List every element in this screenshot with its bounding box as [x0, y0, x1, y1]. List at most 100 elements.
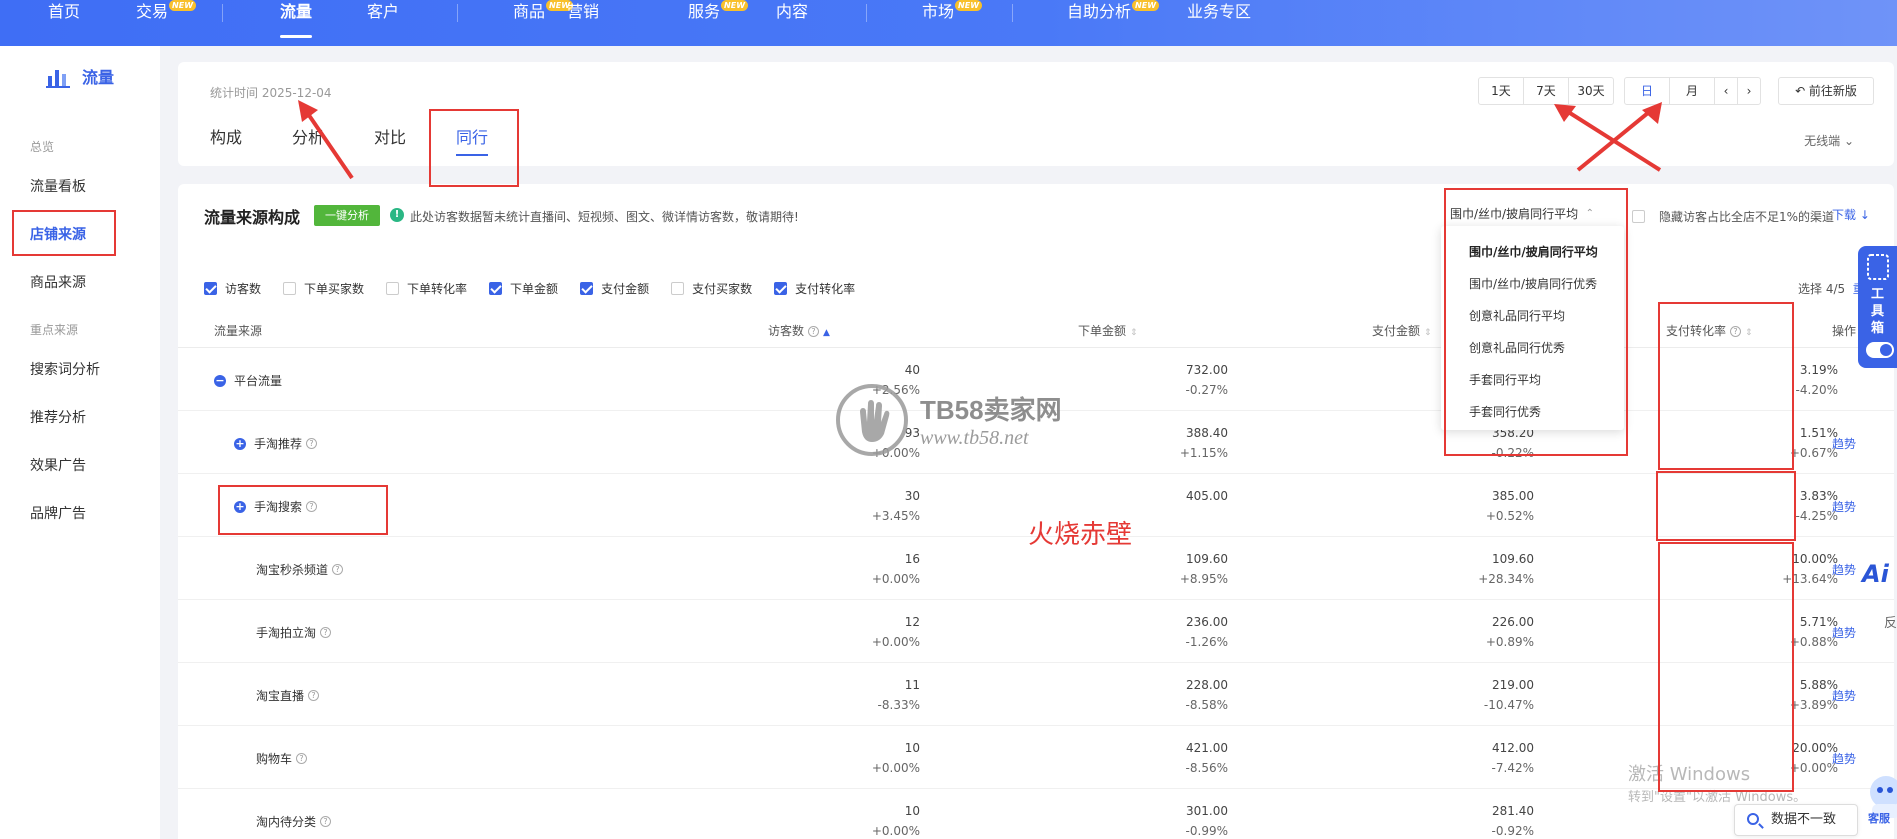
- cell-order-amount-value: 236.00: [1186, 615, 1228, 629]
- tab-composition[interactable]: 构成: [210, 124, 242, 148]
- cell-pay-rate-value: 3.83%: [1799, 489, 1838, 503]
- nav-market[interactable]: 市场 NEW: [922, 0, 983, 46]
- expand-icon[interactable]: +: [234, 500, 246, 513]
- cell-order-amount-change: -8.58%: [1185, 698, 1228, 712]
- tab-peers[interactable]: 同行: [456, 124, 489, 156]
- new-version-button[interactable]: ↶ 前往新版: [1778, 77, 1874, 105]
- dropdown-option[interactable]: 创意礼品同行平均: [1469, 307, 1565, 324]
- checkbox-icon: [580, 282, 594, 295]
- nav-self-analysis[interactable]: 自助分析 NEW: [1067, 0, 1160, 46]
- feedback-tab[interactable]: 反: [1884, 612, 1897, 631]
- prev-arrow-icon[interactable]: ‹: [1714, 77, 1738, 105]
- next-arrow-icon[interactable]: ›: [1737, 77, 1761, 105]
- cell-visitors-value: 12: [904, 615, 920, 629]
- hide-small-channels-checkbox[interactable]: 隐藏访客占比全店不足1%的渠道: [1632, 208, 1834, 225]
- metric-visitors[interactable]: 访客数: [204, 280, 261, 297]
- metric-pay-amount[interactable]: 支付金额: [580, 280, 649, 297]
- customer-service-label: 客服: [1868, 812, 1890, 825]
- nav-trade[interactable]: 交易 NEW: [136, 0, 197, 46]
- checkbox-icon: [489, 282, 503, 295]
- date-1day-button[interactable]: 1天: [1478, 77, 1524, 105]
- top-nav: 首页 交易 NEW 流量 客户 商品 NEW 营销 服务 NEW 内容 市场 NEW 自…: [0, 0, 1897, 46]
- trend-link[interactable]: 趋势: [1832, 498, 1856, 515]
- peer-select[interactable]: 围巾/丝巾/披肩同行平均 ⌃: [1440, 200, 1604, 228]
- row-label: 手淘推荐: [254, 437, 303, 451]
- cell-pay-rate: 3.83% -4.25%: [1738, 486, 1838, 526]
- nav-separator: [222, 4, 223, 22]
- expand-icon[interactable]: +: [234, 437, 246, 450]
- tab-analysis[interactable]: 分析: [292, 124, 324, 148]
- help-icon: ?: [320, 816, 332, 827]
- trend-link[interactable]: 趋势: [1832, 687, 1856, 704]
- cell-order-amount: 421.00 -8.56%: [1128, 738, 1228, 778]
- nav-marketing[interactable]: 营销: [567, 0, 599, 46]
- nav-home[interactable]: 首页: [48, 0, 80, 46]
- dropdown-option[interactable]: 创意礼品同行优秀: [1469, 339, 1565, 356]
- device-select[interactable]: 无线端 ⌄: [1804, 132, 1854, 149]
- date-30day-button[interactable]: 30天: [1568, 77, 1614, 105]
- cell-pay-rate: 5.88% +3.89%: [1738, 675, 1838, 715]
- cell-visitors-value: 30: [904, 489, 920, 503]
- nav-content[interactable]: 内容: [776, 0, 808, 46]
- nav-business-zone[interactable]: 业务专区: [1187, 0, 1251, 46]
- sidebar-item-brand-ads[interactable]: 品牌广告: [30, 503, 86, 523]
- tab-compare[interactable]: 对比: [374, 124, 406, 148]
- metric-order-buyers[interactable]: 下单买家数: [283, 280, 364, 297]
- trend-link[interactable]: 趋势: [1832, 561, 1856, 578]
- cell-visitors: 12 +0.00%: [820, 612, 920, 652]
- cell-pay-rate: 5.71% +0.88%: [1738, 612, 1838, 652]
- dropdown-option[interactable]: 手套同行优秀: [1469, 403, 1541, 420]
- trend-link[interactable]: 趋势: [1832, 750, 1856, 767]
- date-month-button[interactable]: 月: [1669, 77, 1715, 105]
- table-header: 流量来源 访客数? ▲ 下单金额 ⇕ 支付金额 ⇕ 支付转化率? ⇕ 操作: [178, 312, 1894, 348]
- nav-customer[interactable]: 客户: [367, 0, 399, 46]
- col-visitors[interactable]: 访客数? ▲: [768, 322, 830, 339]
- sidebar-item-store-source[interactable]: 店铺来源: [30, 224, 86, 244]
- ai-icon[interactable]: Ai: [1862, 560, 1897, 596]
- cell-pay-amount-value: 219.00: [1492, 678, 1534, 692]
- checkbox-icon: [774, 282, 788, 295]
- info-icon: !: [390, 208, 404, 222]
- cell-pay-rate: 1.51% +0.67%: [1738, 423, 1838, 463]
- dropdown-option[interactable]: 围巾/丝巾/披肩同行平均: [1469, 243, 1598, 260]
- metric-order-amount[interactable]: 下单金额: [489, 280, 558, 297]
- data-mismatch-button[interactable]: 数据不一致: [1734, 804, 1858, 836]
- help-icon: ?: [320, 627, 332, 638]
- sidebar-item-traffic-board[interactable]: 流量看板: [30, 176, 86, 196]
- cell-pay-rate-value: 20.00%: [1792, 741, 1838, 755]
- dropdown-option[interactable]: 围巾/丝巾/披肩同行优秀: [1469, 275, 1597, 292]
- date-day-button[interactable]: 日: [1624, 77, 1670, 105]
- trend-link[interactable]: 趋势: [1832, 624, 1856, 641]
- nav-product[interactable]: 商品 NEW: [513, 0, 574, 46]
- metric-order-rate[interactable]: 下单转化率: [386, 280, 467, 297]
- watermark-url: www.tb58.net: [920, 427, 1029, 449]
- cell-order-amount: 388.40 +1.15%: [1128, 423, 1228, 463]
- row-source-name: + 手淘推荐?: [234, 435, 318, 452]
- toolbox-panel[interactable]: 工具箱: [1858, 246, 1897, 368]
- collapse-icon[interactable]: −: [214, 374, 226, 387]
- toolbox-toggle[interactable]: [1866, 342, 1894, 358]
- date-7day-button[interactable]: 7天: [1523, 77, 1569, 105]
- col-order-amount[interactable]: 下单金额 ⇕: [1078, 322, 1138, 339]
- trend-link[interactable]: 趋势: [1832, 435, 1856, 452]
- col-pay-rate[interactable]: 支付转化率? ⇕: [1666, 322, 1753, 339]
- dropdown-option[interactable]: 手套同行平均: [1469, 371, 1541, 388]
- col-pay-amount[interactable]: 支付金额 ⇕: [1372, 322, 1432, 339]
- cell-visitors-change: +0.00%: [871, 761, 920, 775]
- sidebar-item-recommend-analysis[interactable]: 推荐分析: [30, 407, 86, 427]
- metric-pay-buyers[interactable]: 支付买家数: [671, 280, 752, 297]
- nav-service[interactable]: 服务 NEW: [688, 0, 749, 46]
- download-button[interactable]: 下载 ↓: [1832, 206, 1870, 223]
- quick-analysis-button[interactable]: 一键分析: [314, 205, 380, 226]
- sidebar-item-effect-ads[interactable]: 效果广告: [30, 455, 86, 475]
- cell-order-amount: 405.00: [1128, 486, 1228, 506]
- nav-traffic[interactable]: 流量: [280, 0, 313, 46]
- metric-pay-rate[interactable]: 支付转化率: [774, 280, 855, 297]
- sidebar-item-search-analysis[interactable]: 搜索词分析: [30, 359, 100, 379]
- toolbox-icon: [1867, 254, 1889, 280]
- cell-pay-amount: 226.00 +0.89%: [1434, 612, 1534, 652]
- col-action: 操作: [1832, 324, 1857, 338]
- new-badge: NEW: [955, 0, 983, 11]
- sidebar-item-product-source[interactable]: 商品来源: [30, 272, 86, 292]
- windows-activate-sub: 转到"设置"以激活 Windows。: [1628, 790, 1807, 805]
